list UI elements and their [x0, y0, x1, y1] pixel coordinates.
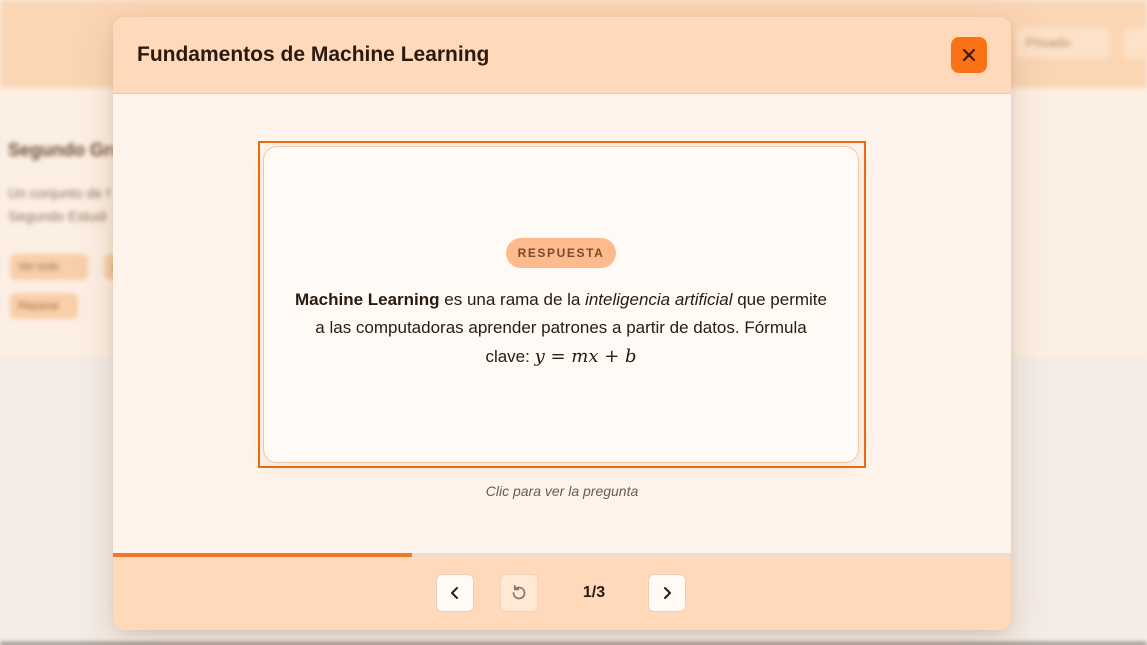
formula: y = mx + b [534, 345, 637, 367]
modal-title: Fundamentos de Machine Learning [137, 43, 490, 66]
answer-term: Machine Learning [295, 289, 440, 309]
close-icon [962, 48, 976, 62]
card-side-badge: RESPUESTA [505, 237, 617, 268]
background-description: Un conjunto de f Segundo Estudi [8, 182, 118, 228]
flashcard-focus-ring: RESPUESTA Machine Learning es una rama d… [258, 141, 866, 468]
previous-card-button[interactable] [436, 574, 474, 612]
card-counter: 1/3 [582, 584, 606, 601]
modal-header: Fundamentos de Machine Learning [113, 17, 1011, 94]
background-privacy-button: Privado [1016, 28, 1110, 58]
background-chip: Repasar [10, 293, 78, 319]
background-chip: Ver todo [10, 254, 88, 280]
background-description-line: Un conjunto de f [8, 185, 110, 201]
modal-footer: 1/3 [113, 557, 1011, 630]
flashcard-modal: Fundamentos de Machine Learning RESPUEST… [113, 17, 1011, 630]
answer-emphasis: inteligencia artificial [585, 289, 733, 309]
next-card-button[interactable] [648, 574, 686, 612]
flashcard[interactable]: RESPUESTA Machine Learning es una rama d… [263, 146, 859, 463]
flip-hint: Clic para ver la pregunta [485, 483, 639, 499]
reset-button[interactable] [500, 574, 538, 612]
chevron-left-icon [451, 587, 458, 599]
modal-body: RESPUESTA Machine Learning es una rama d… [113, 94, 1011, 553]
rotate-ccw-icon [512, 584, 526, 600]
background-title: Segundo Gru [8, 140, 122, 160]
close-button[interactable] [951, 37, 987, 73]
background-avatar [1124, 28, 1147, 58]
card-answer-text: Machine Learning es una rama de la intel… [291, 286, 831, 372]
background-description-line: Segundo Estudi [8, 208, 107, 224]
chevron-right-icon [664, 587, 671, 599]
answer-text-part: es una rama de la [439, 289, 586, 309]
